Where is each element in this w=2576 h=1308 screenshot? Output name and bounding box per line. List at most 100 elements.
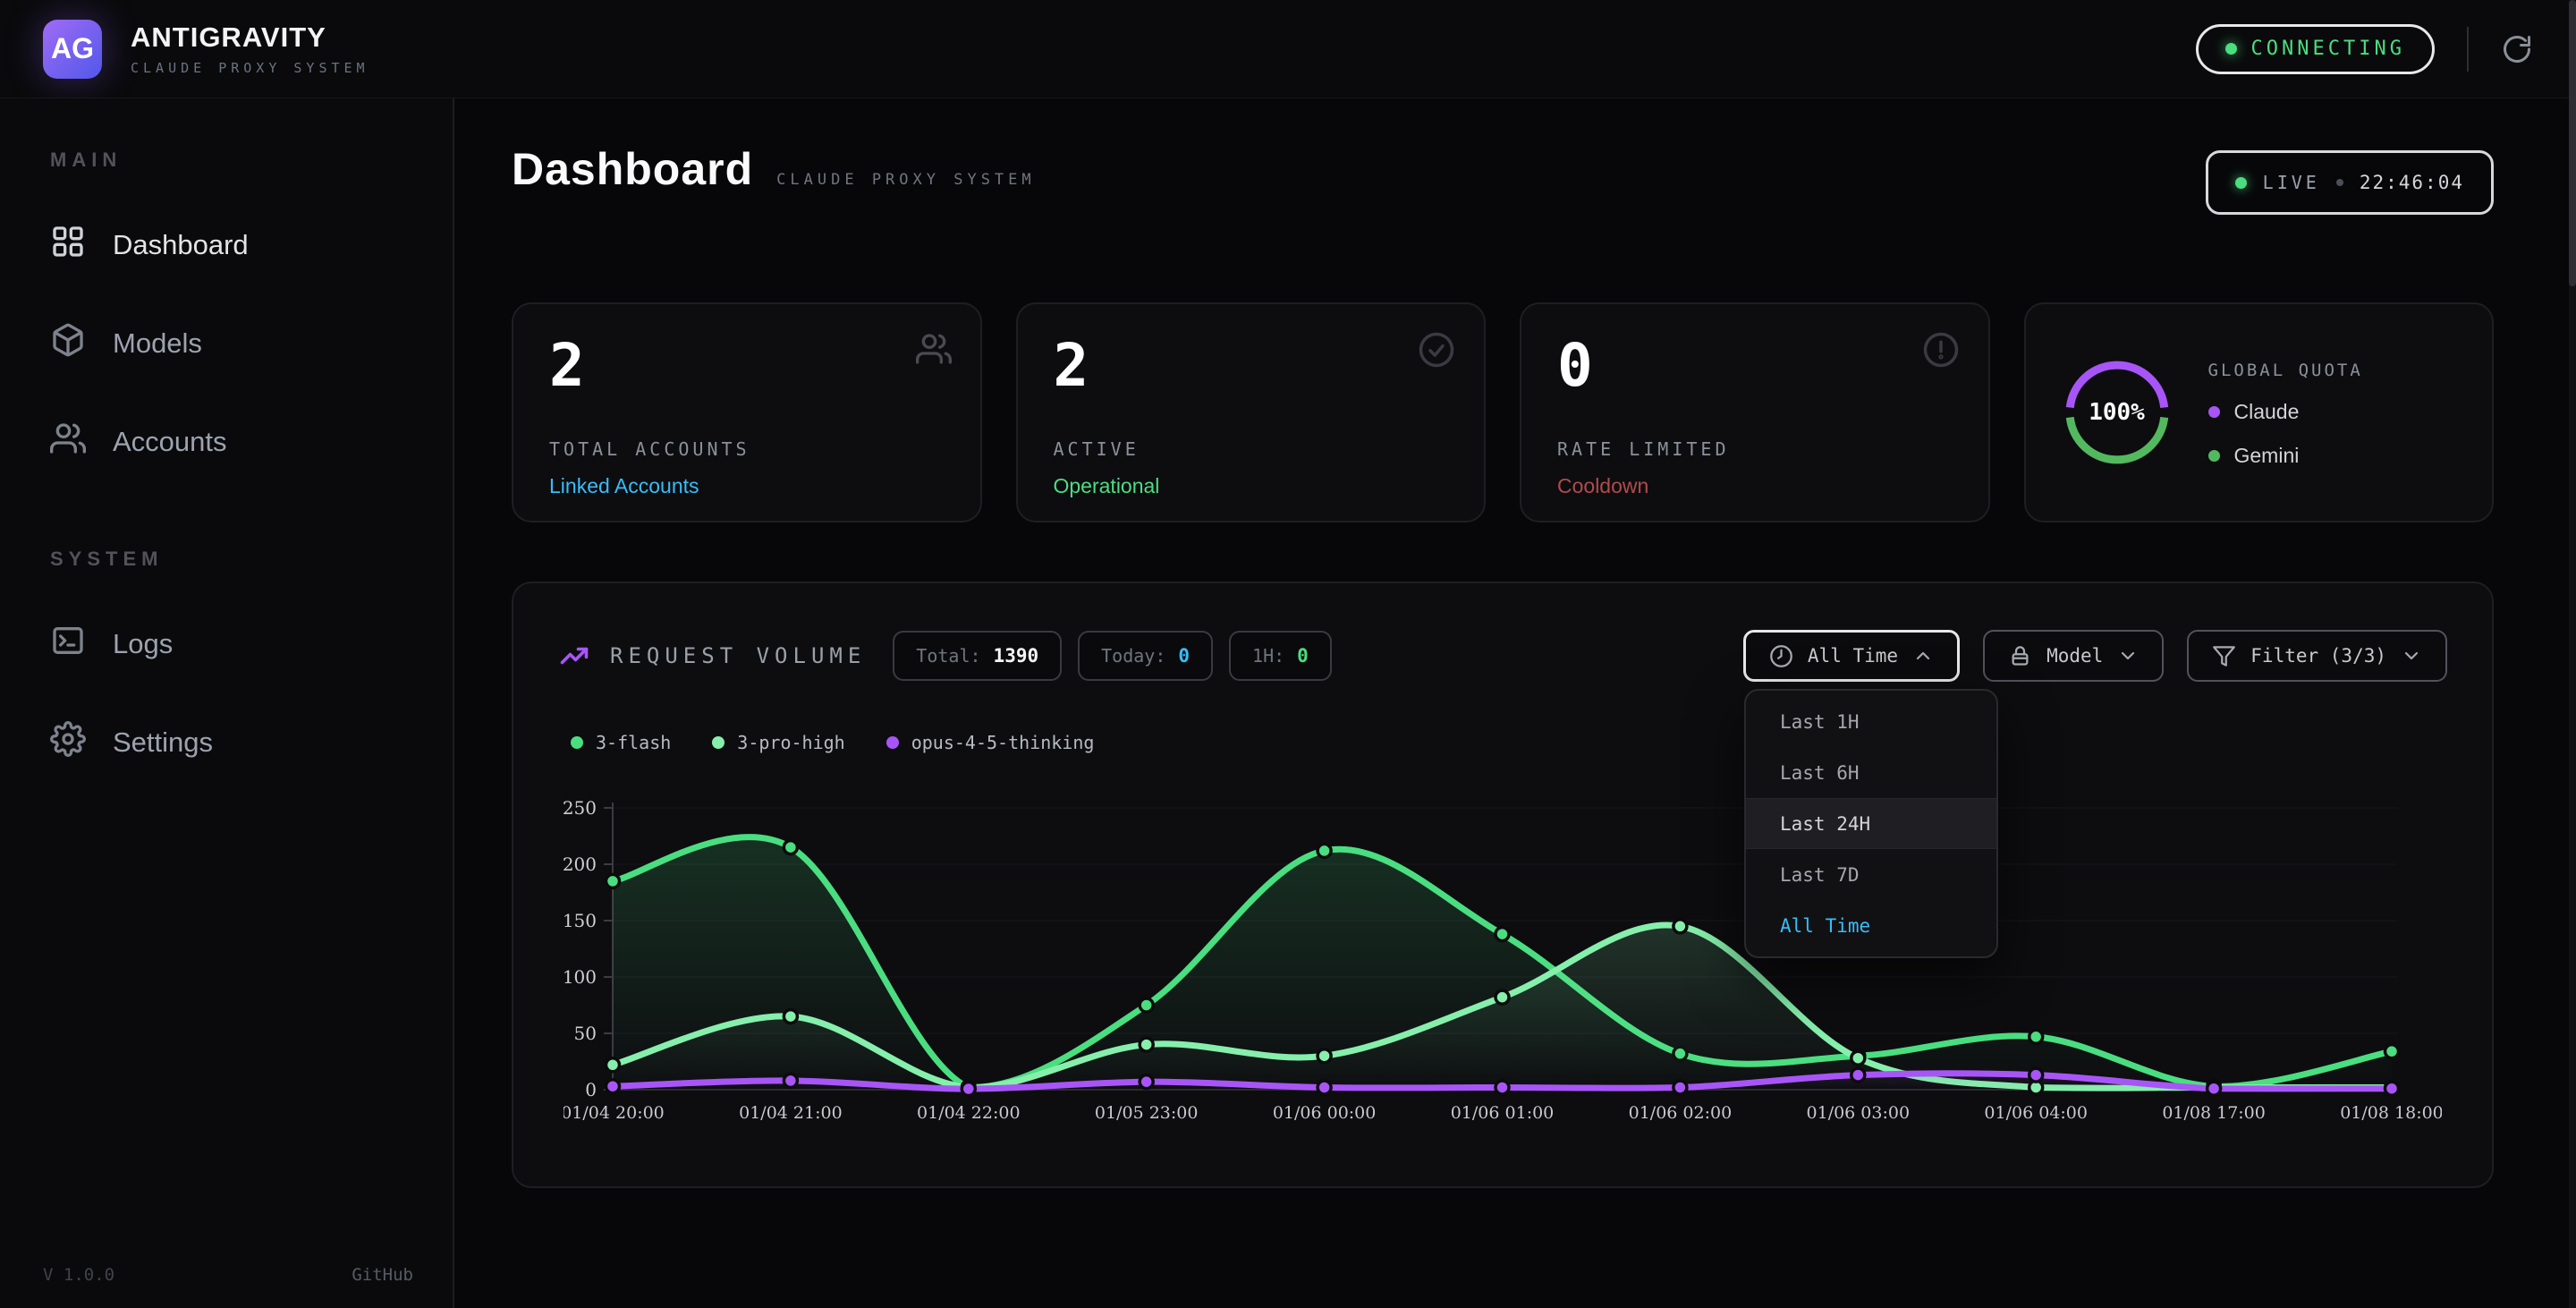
scrollbar-track[interactable] — [2569, 0, 2576, 1308]
alert-circle-icon — [1922, 331, 1960, 373]
stat-card-total-accounts: 2 TOTAL ACCOUNTS Linked Accounts — [512, 302, 982, 522]
legend-dot — [571, 736, 583, 749]
svg-text:01/06 02:00: 01/06 02:00 — [1629, 1103, 1733, 1123]
scrollbar-thumb[interactable] — [2569, 0, 2576, 286]
sidebar-section-system: SYSTEM — [50, 548, 417, 571]
github-link[interactable]: GitHub — [352, 1265, 413, 1285]
gemini-dot — [2208, 450, 2220, 462]
claude-dot — [2208, 406, 2220, 418]
app-version: V 1.0.0 — [43, 1265, 114, 1285]
dropdown-item-last-24h[interactable]: Last 24H — [1746, 798, 1996, 849]
stat-card-global-quota: 100% GLOBAL QUOTA Claude Gemini — [2024, 302, 2495, 522]
topbar: AG ANTIGRAVITY CLAUDE PROXY SYSTEM CONNE… — [0, 0, 2576, 98]
request-volume-chart: 05010015020025001/04 20:0001/04 21:0001/… — [564, 798, 2442, 1174]
stat-label: ACTIVE — [1054, 438, 1449, 460]
one-hour-pill: 1H: 0 — [1229, 631, 1332, 681]
pill-value: 1390 — [994, 645, 1039, 667]
quota-legend-label: Claude — [2234, 400, 2300, 424]
funnel-icon — [2212, 644, 2236, 668]
sidebar-item-label: Logs — [113, 628, 173, 660]
stat-sublabel: Cooldown — [1557, 474, 1953, 498]
app-subtitle: CLAUDE PROXY SYSTEM — [131, 60, 369, 76]
cube-icon — [50, 322, 86, 365]
sidebar-item-label: Accounts — [113, 426, 227, 458]
quota-percent: 100% — [2062, 357, 2173, 468]
legend-label: 3-pro-high — [737, 732, 844, 753]
dropdown-item-last-1h[interactable]: Last 1H — [1746, 696, 1996, 747]
quota-donut: 100% — [2062, 357, 2173, 468]
svg-text:01/08 17:00: 01/08 17:00 — [2162, 1103, 2266, 1123]
time-range-button[interactable]: All Time — [1743, 630, 1960, 682]
svg-text:200: 200 — [564, 854, 597, 875]
model-filter-button[interactable]: Model — [1983, 630, 2164, 682]
svg-text:01/06 03:00: 01/06 03:00 — [1807, 1103, 1911, 1123]
dropdown-item-all-time[interactable]: All Time — [1746, 900, 1996, 951]
quota-legend-claude: Claude — [2208, 400, 2363, 424]
pill-label: Total: — [916, 645, 980, 667]
filter-button[interactable]: Filter (3/3) — [2187, 630, 2447, 682]
brand: ANTIGRAVITY CLAUDE PROXY SYSTEM — [131, 21, 369, 76]
panel-title: REQUEST VOLUME — [610, 643, 866, 668]
stat-label: RATE LIMITED — [1557, 438, 1953, 460]
live-clock-badge: LIVE 22:46:04 — [2206, 150, 2494, 215]
sidebar-item-dashboard[interactable]: Dashboard — [43, 202, 417, 288]
today-pill: Today: 0 — [1078, 631, 1213, 681]
svg-text:01/04 21:00: 01/04 21:00 — [739, 1103, 843, 1123]
sidebar-item-logs[interactable]: Logs — [43, 601, 417, 687]
line-chart-svg: 05010015020025001/04 20:0001/04 21:0001/… — [564, 798, 2442, 1174]
chevron-up-icon — [1912, 645, 1934, 667]
quota-title: GLOBAL QUOTA — [2208, 361, 2363, 380]
stat-sublabel: Operational — [1054, 474, 1449, 498]
gear-icon — [50, 721, 86, 764]
svg-text:01/06 04:00: 01/06 04:00 — [1984, 1103, 2088, 1123]
stat-value: 0 — [1557, 336, 1953, 395]
svg-text:01/04 22:00: 01/04 22:00 — [917, 1103, 1021, 1123]
stat-card-rate-limited: 0 RATE LIMITED Cooldown — [1520, 302, 1990, 522]
connection-status-label: CONNECTING — [2251, 38, 2405, 60]
terminal-icon — [50, 623, 86, 666]
legend-dot — [886, 736, 899, 749]
svg-text:01/06 01:00: 01/06 01:00 — [1451, 1103, 1555, 1123]
svg-text:01/05 23:00: 01/05 23:00 — [1095, 1103, 1199, 1123]
live-label: LIVE — [2263, 172, 2320, 193]
page-subtitle: CLAUDE PROXY SYSTEM — [776, 171, 1035, 189]
refresh-icon[interactable] — [2501, 33, 2533, 65]
legend-label: 3-flash — [596, 732, 671, 753]
sidebar: MAIN Dashboard Models Accounts SYSTEM Lo… — [0, 98, 454, 1308]
svg-text:50: 50 — [574, 1023, 597, 1044]
legend-dot — [712, 736, 724, 749]
separator-dot — [2336, 179, 2343, 186]
clock-value: 22:46:04 — [2360, 172, 2464, 193]
main-content: Dashboard CLAUDE PROXY SYSTEM LIVE 22:46… — [454, 98, 2576, 1308]
page-title: Dashboard — [512, 143, 753, 195]
dropdown-item-last-6h[interactable]: Last 6H — [1746, 747, 1996, 798]
pill-value: 0 — [1297, 645, 1309, 667]
sidebar-item-label: Settings — [113, 726, 213, 759]
app-logo: AG — [43, 20, 102, 79]
clock-icon — [1769, 644, 1793, 668]
quota-legend-gemini: Gemini — [2208, 444, 2363, 468]
time-range-dropdown: Last 1H Last 6H Last 24H Last 7D All Tim… — [1744, 689, 1998, 958]
check-circle-icon — [1418, 331, 1455, 373]
sidebar-section-main: MAIN — [50, 149, 417, 172]
model-box-icon — [2008, 644, 2032, 668]
topbar-divider — [2467, 27, 2469, 72]
dropdown-item-last-7d[interactable]: Last 7D — [1746, 849, 1996, 900]
sidebar-item-settings[interactable]: Settings — [43, 700, 417, 786]
legend-item-3-flash: 3-flash — [571, 732, 671, 753]
pill-label: Today: — [1101, 645, 1165, 667]
status-dot — [2225, 43, 2237, 55]
stat-value: 2 — [1054, 336, 1449, 395]
model-filter-label: Model — [2046, 645, 2103, 667]
sidebar-item-accounts[interactable]: Accounts — [43, 399, 417, 485]
legend-item-3-pro-high: 3-pro-high — [712, 732, 844, 753]
grid-icon — [50, 224, 86, 267]
sidebar-item-models[interactable]: Models — [43, 301, 417, 386]
filter-label: Filter (3/3) — [2250, 645, 2386, 667]
live-dot — [2235, 177, 2247, 189]
svg-text:01/06 00:00: 01/06 00:00 — [1273, 1103, 1377, 1123]
chevron-down-icon — [2117, 645, 2139, 667]
sidebar-item-label: Dashboard — [113, 229, 249, 261]
svg-text:01/04 20:00: 01/04 20:00 — [564, 1103, 665, 1123]
sidebar-item-label: Models — [113, 327, 202, 360]
